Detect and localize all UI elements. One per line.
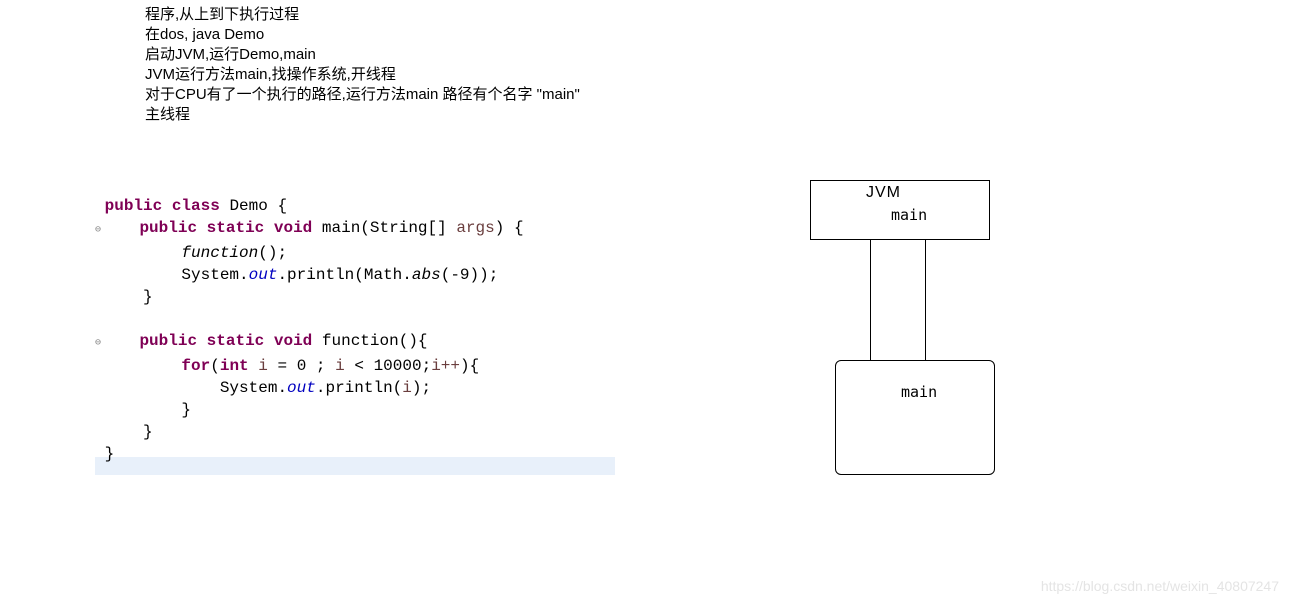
connector-line-2 [925, 240, 926, 360]
desc-line-5: 对于CPU有了一个执行的路径,运行方法main 路径有个名字 "main" [145, 85, 580, 105]
desc-line-3: 启动JVM,运行Demo,main [145, 45, 580, 65]
fold-marker-icon: ⊖ [95, 338, 101, 349]
jvm-main-label: main [891, 206, 927, 224]
jvm-label: JVM [866, 184, 901, 202]
desc-line-1: 程序,从上到下执行过程 [145, 5, 580, 25]
watermark-text: https://blog.csdn.net/weixin_40807247 [1041, 578, 1279, 594]
code-content: public class Demo { ⊖ public static void… [95, 195, 524, 465]
desc-line-4: JVM运行方法main,找操作系统,开线程 [145, 65, 580, 85]
desc-line-6: 主线程 [145, 105, 580, 125]
fold-marker-icon: ⊖ [95, 225, 101, 236]
jvm-box: JVM main [810, 180, 990, 240]
main-box-label: main [901, 383, 937, 401]
description-text: 程序,从上到下执行过程 在dos, java Demo 启动JVM,运行Demo… [145, 5, 580, 125]
desc-line-2: 在dos, java Demo [145, 25, 580, 45]
connector-line-1 [870, 240, 871, 360]
main-box: main [835, 360, 995, 475]
code-block: public class Demo { ⊖ public static void… [95, 195, 524, 465]
